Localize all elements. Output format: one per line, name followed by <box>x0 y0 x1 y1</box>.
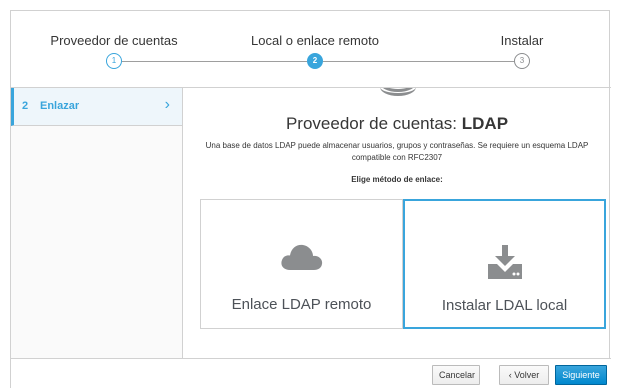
page-title: Proveedor de cuentas: LDAP <box>184 114 610 134</box>
chevron-right-icon: › <box>164 96 170 113</box>
page-title-prefix: Proveedor de cuentas: <box>285 114 462 133</box>
step-label-3[interactable]: Instalar <box>501 33 544 48</box>
sidebar: 2 Enlazar › <box>11 88 183 358</box>
wizard-stepper: Proveedor de cuentas Local o enlace remo… <box>11 11 611 88</box>
wizard-footer: Cancelar ‹ Volver Siguiente › <box>11 358 611 388</box>
download-server-icon <box>486 243 524 286</box>
database-icon-rim <box>380 88 416 96</box>
page-title-provider: LDAP <box>461 114 509 133</box>
local-ldap-label: Instalar LDAL local <box>441 297 568 314</box>
local-ldap-card[interactable]: Instalar LDAL local <box>403 199 606 329</box>
sidebar-item-enlazar[interactable]: 2 Enlazar › <box>11 88 182 126</box>
wizard-dialog: Proveedor de cuentas Local o enlace remo… <box>10 10 611 388</box>
next-button[interactable]: Siguiente › <box>555 365 607 385</box>
cloud-icon <box>280 242 324 277</box>
step-connector-1 <box>122 61 307 62</box>
main-content: Proveedor de cuentas: LDAP Una base de d… <box>184 88 610 358</box>
step-connector-2 <box>323 61 514 62</box>
cancel-button[interactable]: Cancelar <box>432 365 480 385</box>
sidebar-item-number: 2 <box>22 100 29 112</box>
step-circle-2[interactable]: 2 <box>307 53 323 69</box>
method-subheading: Elige método de enlace: <box>351 175 443 184</box>
back-button[interactable]: ‹ Volver <box>499 365 549 385</box>
page-description: Una base de datos LDAP puede almacenar u… <box>205 141 589 162</box>
sidebar-item-label: Enlazar <box>40 100 80 112</box>
step-circle-1[interactable]: 1 <box>106 53 122 69</box>
step-label-1[interactable]: Proveedor de cuentas <box>50 33 177 48</box>
step-label-2[interactable]: Local o enlace remoto <box>251 33 379 48</box>
remote-ldap-label: Enlace LDAP remoto <box>231 296 372 313</box>
step-circle-3[interactable]: 3 <box>514 53 530 69</box>
remote-ldap-card[interactable]: Enlace LDAP remoto <box>200 199 403 329</box>
